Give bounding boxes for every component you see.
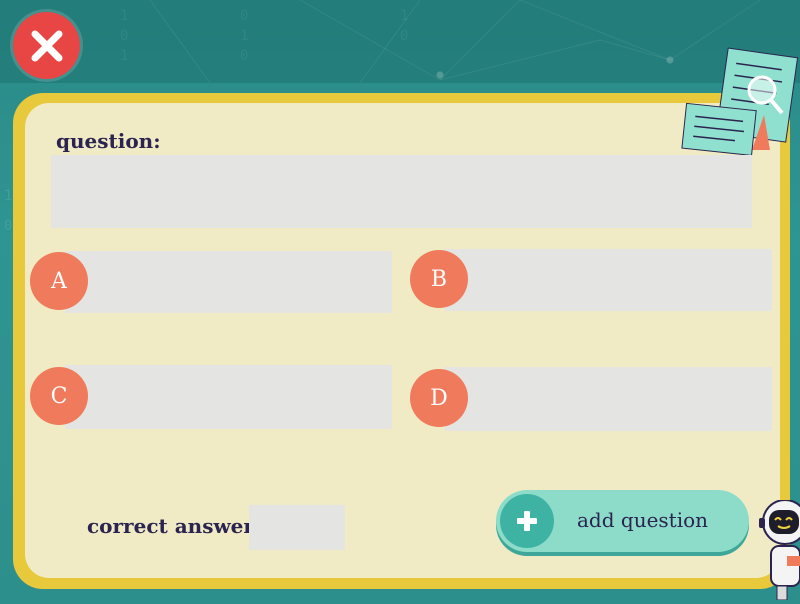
close-button[interactable] [13, 12, 80, 79]
svg-text:0: 0 [4, 218, 12, 234]
add-question-label: add question [577, 508, 709, 532]
robot-mascot-icon [757, 499, 800, 604]
document-search-icon [680, 45, 800, 164]
option-c-badge: C [30, 367, 88, 425]
option-d-badge: D [410, 369, 468, 427]
option-c-input[interactable] [65, 365, 392, 429]
option-b-badge: B [410, 250, 468, 308]
svg-text:1: 1 [4, 188, 12, 204]
correct-answer-label: correct answer : [87, 514, 269, 538]
option-b-input[interactable] [445, 249, 772, 311]
close-x-icon [31, 30, 62, 61]
correct-answer-input[interactable] [249, 505, 345, 550]
question-label: question: [56, 129, 161, 153]
question-input[interactable] [51, 155, 752, 228]
plus-icon [500, 494, 554, 548]
option-a-input[interactable] [65, 251, 392, 313]
option-a-badge: A [30, 252, 88, 310]
option-d-input[interactable] [445, 367, 772, 431]
